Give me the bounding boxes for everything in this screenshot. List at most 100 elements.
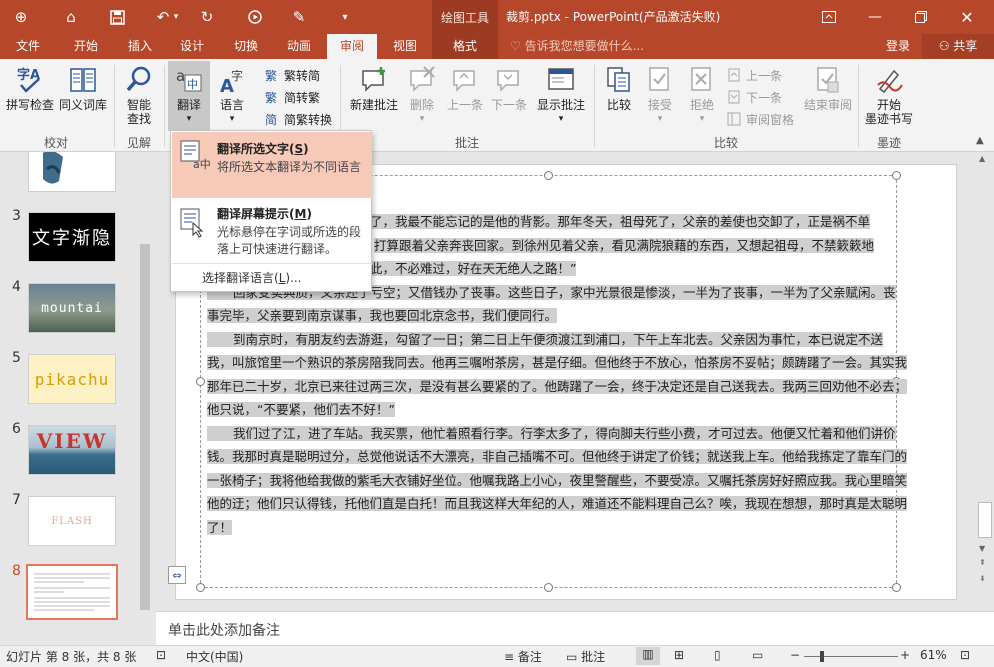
fit-to-window-icon[interactable]: ⊡	[960, 648, 970, 662]
slide-thumbnail-5[interactable]: pikachu	[28, 354, 116, 404]
collapse-ribbon-icon[interactable]: ▲	[976, 135, 984, 146]
resize-handle[interactable]	[544, 583, 553, 592]
accept-button[interactable]: 接受 ▾	[642, 65, 678, 126]
slideshow-view-icon[interactable]: ▭	[752, 648, 763, 662]
simp-to-trad-button[interactable]: 繁 简转繁	[264, 87, 320, 107]
spellcheck-button[interactable]: 字A 拼写检查	[5, 65, 55, 112]
zoom-level[interactable]: 61%	[920, 648, 947, 662]
trad-to-simp-button[interactable]: 繁 繁转简	[264, 65, 320, 85]
next-comment-button[interactable]: 下一条	[488, 65, 530, 112]
slide-thumbnail-7[interactable]: FLASH	[28, 496, 116, 546]
thesaurus-label: 同义词库	[58, 98, 107, 112]
resize-handle[interactable]	[196, 377, 205, 386]
minimize-icon[interactable]: —	[852, 0, 898, 34]
resize-handle[interactable]	[544, 171, 553, 180]
svg-text:简: 简	[265, 113, 277, 127]
spellcheck-label: 拼写检查	[5, 98, 54, 112]
start-inking-label-1: 开始	[876, 98, 901, 112]
prev-comment-button[interactable]: 上一条	[444, 65, 486, 112]
tab-review[interactable]: 审阅	[327, 34, 377, 59]
translate-selected-text-item[interactable]: a中 翻译所选文字(S) 将所选文本翻译为不同语言	[172, 132, 372, 198]
tab-animations[interactable]: 动画	[275, 34, 323, 59]
slide-thumbnail-4[interactable]: mountai	[28, 283, 116, 333]
smart-lookup-button[interactable]: 智能 查找	[119, 65, 159, 126]
tab-format[interactable]: 格式	[432, 34, 498, 59]
tab-home[interactable]: 开始	[62, 34, 110, 59]
scroll-down-icon[interactable]: ▼	[979, 544, 985, 553]
zoom-out-icon[interactable]: −	[790, 648, 800, 662]
reject-button[interactable]: 拒绝 ▾	[684, 65, 720, 126]
thumbnail-scrollbar[interactable]	[138, 152, 152, 627]
prev-change-button[interactable]: 上一条	[726, 65, 782, 85]
tab-transitions[interactable]: 切换	[222, 34, 270, 59]
customize-icon[interactable]: ▾	[330, 0, 360, 34]
format-painter-icon[interactable]: ✎	[284, 0, 314, 34]
next-slide-icon[interactable]: ⇟	[979, 574, 986, 583]
notes-toggle[interactable]: ≡ 备注	[504, 648, 542, 665]
slide-thumbnail-6[interactable]: VIEW	[28, 425, 116, 475]
pin-icon[interactable]: ⌂	[56, 0, 86, 34]
tab-file[interactable]: 文件	[4, 34, 52, 59]
reading-view-icon[interactable]: ▯	[714, 648, 721, 662]
login-link[interactable]: 登录	[886, 34, 910, 59]
chinese-conversion-button[interactable]: 简 简繁转换	[264, 109, 332, 129]
close-icon[interactable]: ✕	[944, 0, 990, 34]
end-review-button[interactable]: 结束审阅	[800, 65, 856, 112]
translate-button[interactable]: a中 翻译 ▾	[168, 61, 210, 131]
group-comments-label: 批注	[454, 136, 479, 150]
autofit-options-icon[interactable]: ⇔	[168, 566, 186, 584]
previous-slide-icon[interactable]: ⇞	[979, 558, 986, 567]
slide-thumbnail-2[interactable]	[28, 152, 116, 192]
tab-view[interactable]: 视图	[381, 34, 429, 59]
language-status[interactable]: 中文(中国)	[186, 648, 243, 665]
start-inking-button[interactable]: 开始 墨迹书写	[862, 65, 916, 126]
ribbon-display-icon[interactable]	[806, 0, 852, 34]
share-button[interactable]: ⚇ 共享	[922, 34, 994, 59]
scrollbar-thumb[interactable]	[978, 502, 992, 538]
notes-pane[interactable]: 单击此处添加备注	[156, 611, 994, 645]
tell-me-box[interactable]: ♡ 告诉我您想要做什么...	[510, 34, 644, 59]
zoom-slider-thumb[interactable]	[820, 651, 824, 662]
compare-button[interactable]: 比较	[600, 65, 638, 112]
language-button[interactable]: A字 语言 ▾	[212, 65, 252, 126]
scroll-up-icon[interactable]: ▲	[979, 154, 985, 163]
translate-selected-text-desc: 将所选文本翻译为不同语言	[217, 160, 362, 174]
restore-icon[interactable]	[898, 0, 944, 34]
slide-scrollbar[interactable]: ▲ ▼ ⇞ ⇟	[976, 152, 994, 611]
reviewing-pane-button[interactable]: 审阅窗格	[726, 109, 794, 129]
prev-comment-label: 上一条	[446, 98, 483, 112]
resize-handle[interactable]	[196, 583, 205, 592]
new-comment-button[interactable]: 新建批注	[346, 65, 402, 112]
text-line: 打算跟着父亲奔丧回家。到徐州见着父亲，看见满院狼藉的东西，又想起祖母，不禁簌簌地	[374, 237, 875, 253]
slide-thumbnail-3[interactable]: 文字渐隐	[28, 212, 116, 262]
comments-toggle[interactable]: ▭ 批注	[566, 648, 605, 665]
slideshow-icon[interactable]	[240, 0, 270, 34]
slide-thumbnail-8[interactable]	[26, 564, 118, 620]
group-separator	[164, 65, 165, 147]
translate-screentip-item[interactable]: 翻译屏幕提示(M) 光标悬停在字词或所选的段落上可快速进行翻译。	[172, 199, 372, 261]
tab-insert[interactable]: 插入	[116, 34, 164, 59]
next-change-button[interactable]: 下一条	[726, 87, 782, 107]
show-comments-button[interactable]: 显示批注 ▾	[534, 65, 588, 126]
redo-icon[interactable]: ↻	[192, 0, 222, 34]
save-icon[interactable]	[102, 0, 132, 34]
spelling-status-icon[interactable]: ⊡	[156, 648, 166, 662]
tab-design[interactable]: 设计	[168, 34, 216, 59]
resize-handle[interactable]	[892, 583, 901, 592]
choose-translation-language-item[interactable]: 选择翻译语言(L)...	[202, 269, 302, 286]
normal-view-icon[interactable]: ▥	[636, 647, 660, 665]
slide-sorter-icon[interactable]: ⊞	[674, 648, 684, 662]
zoom-in-icon[interactable]: +	[900, 648, 910, 662]
resize-handle[interactable]	[892, 171, 901, 180]
thesaurus-button[interactable]: 同义词库	[57, 65, 109, 112]
notes-icon: ≡	[504, 650, 518, 664]
delete-comment-button[interactable]: 删除 ▾	[404, 65, 440, 126]
show-comments-icon	[546, 65, 576, 95]
scrollbar-thumb[interactable]	[140, 244, 150, 610]
language-icon: A字	[217, 65, 247, 95]
zoom-slider[interactable]	[804, 656, 898, 657]
touch-mode-icon[interactable]: ⊕	[6, 0, 36, 34]
trad-to-simp-label: 繁转简	[284, 68, 321, 83]
undo-dropdown-icon[interactable]: ▾	[168, 0, 184, 34]
new-comment-icon	[359, 65, 389, 95]
